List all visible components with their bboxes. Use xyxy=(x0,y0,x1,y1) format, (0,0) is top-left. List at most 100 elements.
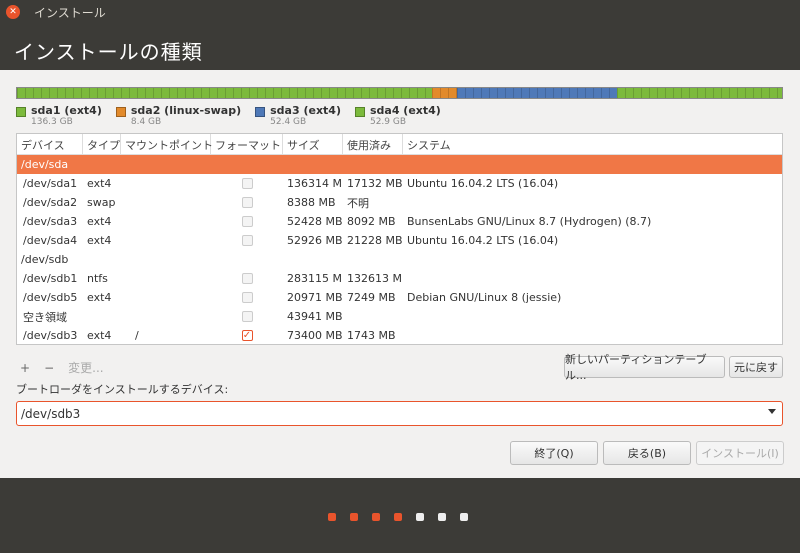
used-cell: 7249 MB xyxy=(347,291,396,304)
progress-dot xyxy=(416,513,424,521)
table-row[interactable]: /dev/sda3 ext4 52428 MB 8092 MB BunsenLabs G… xyxy=(17,212,782,231)
type-cell: swap xyxy=(87,196,116,209)
close-icon[interactable]: ✕ xyxy=(6,5,20,19)
format-cell xyxy=(211,178,283,189)
legend-size: 8.4 GB xyxy=(130,117,162,127)
table-body: /dev/sda/dev/sda1 ext4 136314 MB 17132 MB Ub… xyxy=(17,155,782,344)
partition-table[interactable]: デバイス タイプ マウントポイント フォーマット サイズ 使用済み システム /dev/sd… xyxy=(16,133,783,345)
system-cell: Ubuntu 16.04.2 LTS (16.04) xyxy=(407,177,559,190)
format-cell xyxy=(211,216,283,227)
format-checkbox[interactable] xyxy=(241,311,253,322)
system-cell: Debian GNU/Linux 8 (jessie) xyxy=(407,291,562,304)
legend-size: 52.4 GB xyxy=(270,117,307,127)
format-cell: ✓ xyxy=(211,330,283,341)
size-cell: 52926 MB xyxy=(287,234,343,247)
format-checkbox[interactable] xyxy=(241,273,253,284)
table-row[interactable]: 空き領域 43941 MB xyxy=(17,307,782,326)
used-cell: 1743 MB xyxy=(347,329,396,342)
table-row[interactable]: /dev/sda2 swap 8388 MB 不明 xyxy=(17,193,782,212)
progress-dot xyxy=(350,513,358,521)
column-header[interactable]: フォーマット xyxy=(211,134,283,154)
format-checkbox[interactable] xyxy=(241,292,253,303)
progress-dot xyxy=(394,513,402,521)
device-cell: /dev/sdb xyxy=(21,253,69,266)
type-cell: ext4 xyxy=(87,215,112,228)
progress-dot xyxy=(328,513,336,521)
column-header[interactable]: デバイス xyxy=(17,134,83,154)
legend-swatch xyxy=(115,107,126,117)
legend-item: sda4 (ext4) 52.9 GB xyxy=(354,104,441,127)
bootloader-device-value: /dev/sdb3 xyxy=(21,406,81,421)
device-cell: /dev/sda4 xyxy=(23,234,78,247)
column-header[interactable]: サイズ xyxy=(283,134,343,154)
title-bar: ✕ インストール xyxy=(0,0,800,24)
system-cell: Ubuntu 16.04.2 LTS (16.04) xyxy=(407,234,559,247)
add-partition-button[interactable]: + xyxy=(20,361,30,375)
window-title: インストール xyxy=(34,5,106,20)
system-cell: BunsenLabs GNU/Linux 8.7 (Hydrogen) (8.7… xyxy=(407,215,652,228)
column-header[interactable]: マウントポイント xyxy=(121,134,213,154)
format-checkbox[interactable] xyxy=(241,197,253,208)
partition-legend: sda1 (ext4) 136.3 GB sda2 (linux-swap) 8.4 … xyxy=(16,104,455,127)
quit-button[interactable]: 終了(Q) xyxy=(510,441,598,465)
new-partition-table-button[interactable]: 新しいパーティションテーブル... xyxy=(564,353,725,382)
format-checkbox[interactable] xyxy=(241,216,253,227)
legend-name: sda1 (ext4) xyxy=(31,104,102,117)
device-cell: /dev/sda2 xyxy=(23,196,78,209)
column-header[interactable]: 使用済み xyxy=(343,134,403,154)
size-cell: 136314 MB xyxy=(287,177,343,190)
size-cell: 52428 MB xyxy=(287,215,343,228)
table-row[interactable]: /dev/sdb5 ext4 20971 MB 7249 MB Debian GNU/L… xyxy=(17,288,782,307)
column-header[interactable]: システム xyxy=(403,134,782,154)
legend-name: sda2 (linux-swap) xyxy=(130,104,242,117)
format-checkbox[interactable] xyxy=(241,235,253,246)
format-cell xyxy=(211,311,283,322)
change-partition-button[interactable]: 変更... xyxy=(68,359,103,376)
install-button[interactable]: インストール(I) xyxy=(696,441,784,465)
format-checkbox[interactable] xyxy=(241,178,253,189)
revert-button[interactable]: 元に戻す xyxy=(729,356,783,378)
format-checkbox[interactable]: ✓ xyxy=(241,330,253,341)
mount-cell: / xyxy=(135,329,139,342)
used-cell: 17132 MB xyxy=(347,177,403,190)
partition-segment-sda3 xyxy=(457,88,618,98)
footer xyxy=(0,478,800,553)
type-cell: ext4 xyxy=(87,177,112,190)
type-cell: ntfs xyxy=(87,272,108,285)
device-cell: 空き領域 xyxy=(23,310,67,324)
table-row[interactable]: /dev/sdb1 ntfs 283115 MB 132613 MB xyxy=(17,269,782,288)
device-cell: /dev/sda xyxy=(21,158,69,171)
page-header: インストールの種類 xyxy=(0,24,800,70)
legend-name: sda3 (ext4) xyxy=(270,104,341,117)
page-title: インストールの種類 xyxy=(14,40,203,64)
column-header[interactable]: タイプ xyxy=(83,134,121,154)
used-cell: 21228 MB xyxy=(347,234,403,247)
legend-item: sda1 (ext4) 136.3 GB xyxy=(16,104,102,127)
remove-partition-button[interactable]: − xyxy=(44,361,54,375)
format-cell xyxy=(211,292,283,303)
disk-row[interactable]: /dev/sda xyxy=(17,155,782,174)
table-row[interactable]: /dev/sda1 ext4 136314 MB 17132 MB Ubuntu 16.… xyxy=(17,174,782,193)
device-cell: /dev/sdb5 xyxy=(23,291,78,304)
disk-row[interactable]: /dev/sdb xyxy=(17,250,782,269)
size-cell: 8388 MB xyxy=(287,196,336,209)
bootloader-label: ブートローダをインストールするデバイス: xyxy=(16,383,229,396)
back-button[interactable]: 戻る(B) xyxy=(603,441,691,465)
size-cell: 43941 MB xyxy=(287,310,343,323)
table-row[interactable]: /dev/sda4 ext4 52926 MB 21228 MB Ubuntu 16.0… xyxy=(17,231,782,250)
progress-dot xyxy=(372,513,380,521)
bootloader-device-select[interactable]: /dev/sdb3 xyxy=(16,401,783,426)
progress-dot xyxy=(438,513,446,521)
legend-item: sda2 (linux-swap) 8.4 GB xyxy=(115,104,242,127)
partition-bar xyxy=(16,87,783,99)
table-row[interactable]: /dev/sdb3 ext4 / ✓ 73400 MB 1743 MB xyxy=(17,326,782,344)
used-cell: 不明 xyxy=(347,196,369,210)
format-cell xyxy=(211,197,283,208)
device-cell: /dev/sdb1 xyxy=(23,272,78,285)
device-cell: /dev/sda3 xyxy=(23,215,78,228)
type-cell: ext4 xyxy=(87,329,112,342)
legend-swatch xyxy=(255,107,266,117)
legend-swatch xyxy=(354,107,365,117)
size-cell: 73400 MB xyxy=(287,329,343,342)
legend-item: sda3 (ext4) 52.4 GB xyxy=(255,104,341,127)
